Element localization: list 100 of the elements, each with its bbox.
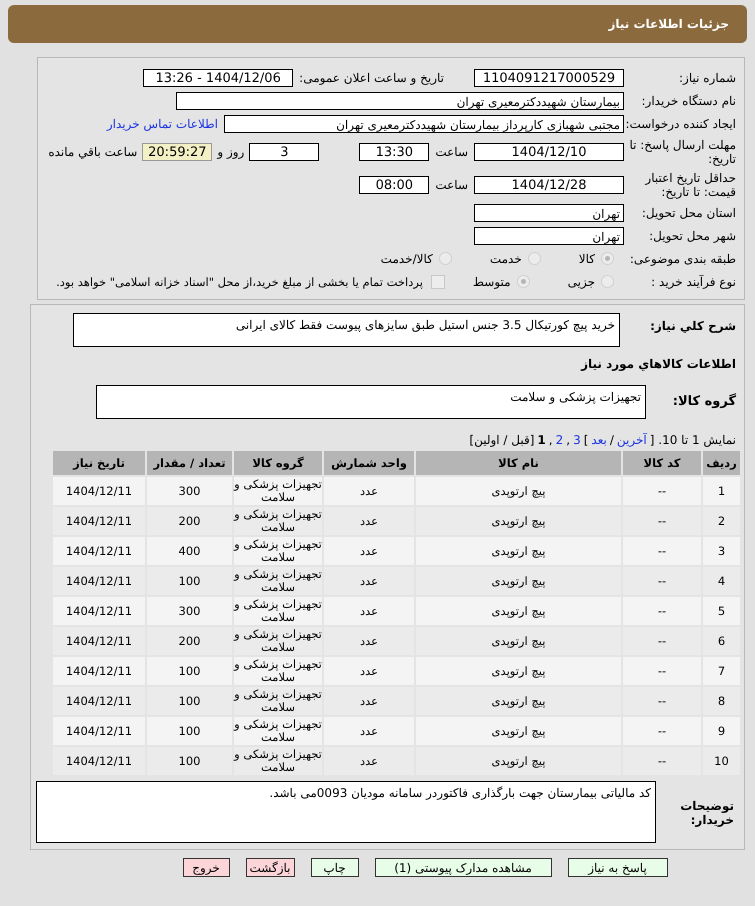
field-label: طبقه بندی موضوعی: bbox=[628, 252, 737, 266]
table-cell: عدد bbox=[324, 477, 414, 505]
radio-button[interactable] bbox=[601, 252, 614, 265]
need-number-field: 1104091217000529 bbox=[474, 68, 624, 86]
table-cell: پیچ ارتوپدی bbox=[416, 747, 621, 775]
radio-button[interactable] bbox=[601, 275, 614, 288]
table-cell: -- bbox=[623, 507, 701, 535]
validity-date-field: 1404/12/28 bbox=[474, 176, 624, 194]
pagination-text: , bbox=[548, 433, 553, 447]
table-cell: 1404/12/11 bbox=[53, 537, 145, 565]
days-field: 3 bbox=[249, 142, 320, 160]
current-page: 1 bbox=[537, 433, 546, 447]
pagination-text: / bbox=[610, 433, 614, 447]
action-button[interactable]: چاپ bbox=[310, 858, 358, 877]
table-cell: پیچ ارتوپدی bbox=[416, 687, 621, 715]
field-label: ایجاد کننده درخواست: bbox=[624, 116, 737, 130]
column-header: نام کالا bbox=[416, 451, 621, 475]
creator-field: مجتبی شهبازی کارپرداز بیمارستان شهیددکترمعیری تهران bbox=[224, 114, 624, 132]
time-label: ساعت bbox=[435, 178, 468, 192]
table-cell: تجهیزات پزشکی و سلامت bbox=[234, 627, 322, 655]
radio-button[interactable] bbox=[516, 275, 530, 288]
table-cell: تجهیزات پزشکی و سلامت bbox=[234, 747, 322, 775]
table-cell: پیچ ارتوپدی bbox=[416, 537, 621, 565]
page-link[interactable]: بعد bbox=[591, 433, 607, 447]
field-label: مهلت ارسال پاسخ: تا تاریخ: bbox=[628, 138, 737, 166]
time-label: ساعت bbox=[435, 144, 468, 158]
table-cell: پیچ ارتوپدی bbox=[416, 717, 621, 745]
table-cell: عدد bbox=[324, 687, 414, 715]
column-header: ردیف bbox=[703, 451, 740, 475]
table-cell: 300 bbox=[147, 597, 232, 625]
radio-label: متوسط bbox=[472, 274, 511, 288]
remaining-label: ساعت باقي مانده bbox=[48, 144, 138, 158]
table-cell: 1 bbox=[703, 477, 740, 505]
action-button[interactable]: پاسخ به نیاز bbox=[568, 858, 668, 877]
page-link[interactable]: آخرین bbox=[616, 433, 647, 447]
page-link[interactable]: 2 bbox=[556, 433, 564, 447]
table-cell: -- bbox=[623, 687, 701, 715]
field-label: نام دستگاه خریدار: bbox=[640, 94, 737, 108]
deadline-date-field: 1404/12/10 bbox=[474, 142, 624, 160]
city-field: تهران bbox=[474, 226, 624, 244]
table-cell: 1404/12/11 bbox=[53, 597, 145, 625]
table-cell: -- bbox=[623, 597, 701, 625]
table-cell: -- bbox=[623, 537, 701, 565]
table-cell: 9 bbox=[703, 717, 740, 745]
table-cell: 1404/12/11 bbox=[53, 747, 145, 775]
field-label: تاریخ و ساعت اعلان عمومی: bbox=[299, 70, 444, 84]
table-cell: 1404/12/11 bbox=[53, 477, 145, 505]
column-header: کد کالا bbox=[623, 451, 701, 475]
table-cell: 100 bbox=[147, 687, 232, 715]
pagination-text: ] bbox=[584, 433, 588, 447]
checkbox-label: پرداخت تمام یا بخشی از مبلغ خرید،از محل "اسناد خزانه اسلامی" خواهد بود. bbox=[56, 274, 423, 288]
table-cell: 400 bbox=[147, 537, 232, 565]
column-header: گروه کالا bbox=[234, 451, 322, 475]
radio-label: کالا/خدمت bbox=[380, 252, 433, 266]
table-cell: عدد bbox=[324, 597, 414, 625]
buyer-contact-link[interactable]: اطلاعات تماس خریدار bbox=[106, 116, 218, 130]
action-button[interactable]: خروج bbox=[182, 858, 230, 877]
table-cell: -- bbox=[623, 477, 701, 505]
table-cell: تجهیزات پزشکی و سلامت bbox=[234, 477, 322, 505]
page-title: جزئیات اطلاعات نیاز bbox=[608, 17, 729, 31]
description-field: خرید پیچ کورتیکال 3.5 جنس استیل طبق سایزهای پیوست فقط کالای ایرانی bbox=[73, 313, 620, 347]
table-cell: 5 bbox=[703, 597, 740, 625]
table-cell: پیچ ارتوپدی bbox=[416, 627, 621, 655]
pagination-text: نمایش 1 تا 10. [ bbox=[650, 433, 736, 447]
field-label: حداقل تاریخ اعتبار قیمت: تا تاریخ: bbox=[644, 170, 737, 198]
field-label: شماره نیاز: bbox=[678, 70, 737, 84]
table-cell: تجهیزات پزشکی و سلامت bbox=[234, 507, 322, 535]
action-button[interactable]: مشاهده مدارک پیوستی (1) bbox=[374, 858, 552, 877]
column-header: واحد شمارش bbox=[324, 451, 414, 475]
table-cell: پیچ ارتوپدی bbox=[416, 567, 621, 595]
action-button[interactable]: بازگشت bbox=[246, 858, 294, 877]
column-header: تعداد / مقدار bbox=[147, 451, 232, 475]
radio-label: کالا bbox=[578, 252, 595, 266]
table-cell: 1404/12/11 bbox=[53, 657, 145, 685]
table-cell: عدد bbox=[324, 567, 414, 595]
field-label: توضیحات خریدار: bbox=[679, 798, 735, 827]
announce-date-field: 1404/12/06 - 13:26 bbox=[143, 68, 294, 86]
radio-button[interactable] bbox=[438, 252, 452, 265]
radio-label: جزیی bbox=[568, 274, 595, 288]
table-cell: 6 bbox=[703, 627, 740, 655]
page-link[interactable]: 3 bbox=[573, 433, 581, 447]
table-cell: عدد bbox=[324, 537, 414, 565]
table-cell: -- bbox=[623, 627, 701, 655]
pagination-text: [قبل / اولین] bbox=[469, 433, 534, 447]
field-label: شرح کلي نیاز: bbox=[649, 318, 737, 333]
field-label: نوع فرآیند خرید : bbox=[650, 274, 737, 288]
table-cell: عدد bbox=[324, 717, 414, 745]
table-cell: 1404/12/11 bbox=[53, 507, 145, 535]
radio-button[interactable] bbox=[528, 252, 541, 265]
table-cell: عدد bbox=[324, 507, 414, 535]
checkbox[interactable] bbox=[430, 274, 445, 288]
table-cell: -- bbox=[623, 657, 701, 685]
table-cell: عدد bbox=[324, 747, 414, 775]
table-cell: 10 bbox=[703, 747, 740, 775]
table-cell: 1404/12/11 bbox=[53, 717, 145, 745]
table-cell: 1404/12/11 bbox=[53, 687, 145, 715]
table-cell: تجهیزات پزشکی و سلامت bbox=[234, 717, 322, 745]
table-cell: -- bbox=[623, 567, 701, 595]
notes-field: کد مالیاتی بیمارستان جهت بارگذاری فاکتوردر سامانه مودیان 0093می باشد. bbox=[36, 781, 656, 843]
table-cell: 2 bbox=[703, 507, 740, 535]
